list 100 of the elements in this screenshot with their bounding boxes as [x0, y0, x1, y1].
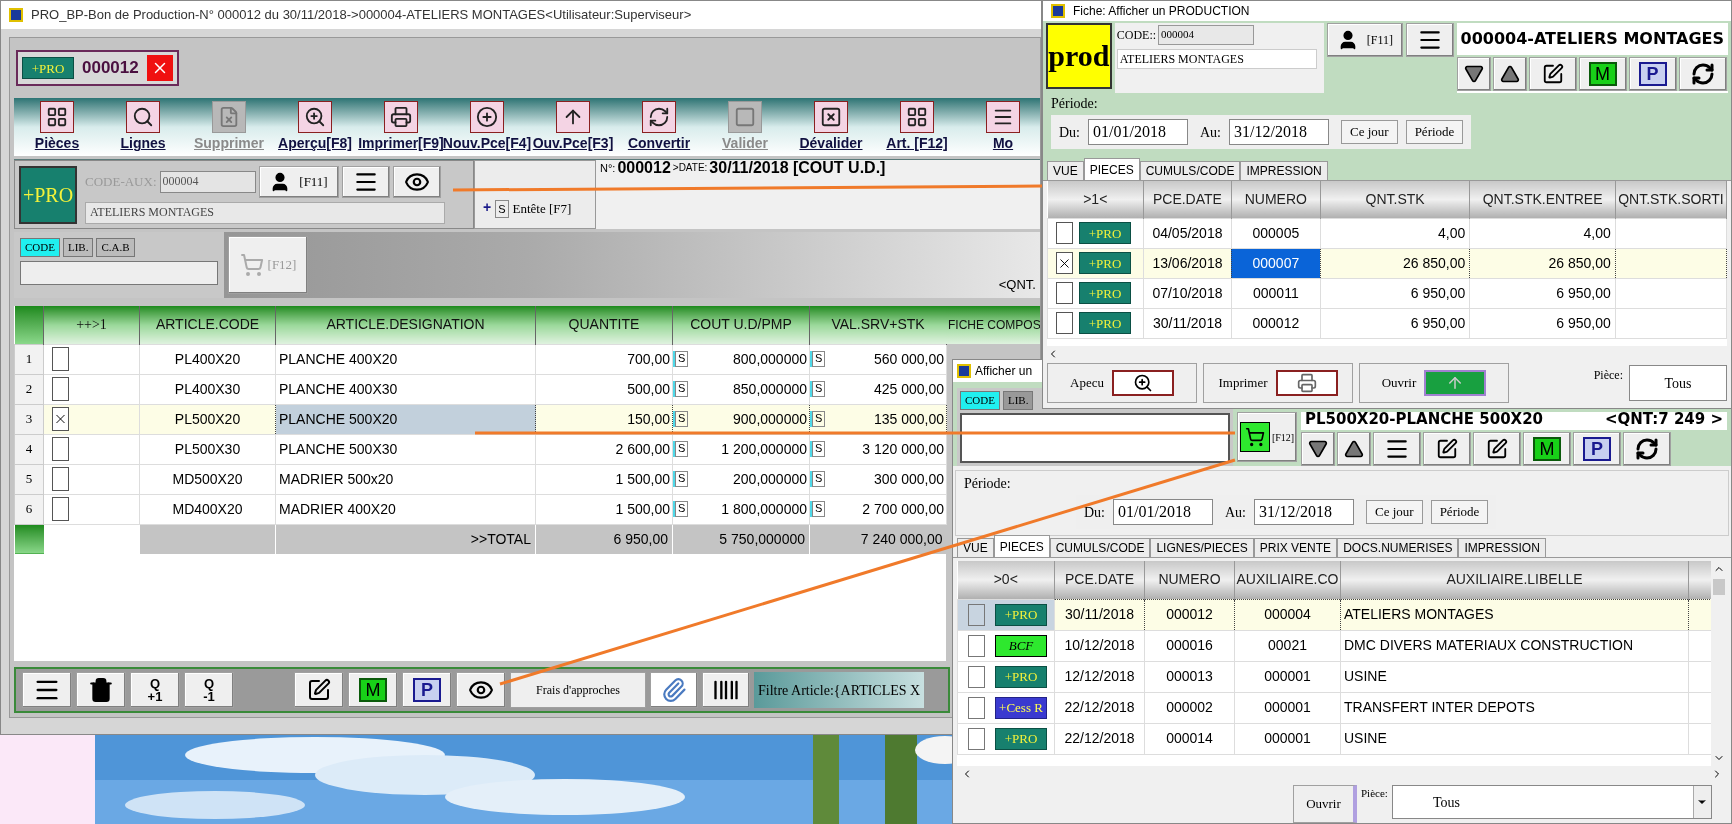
toolbar-button[interactable]: Aperçu[F8]	[272, 101, 358, 156]
column-header[interactable]: QNT.STK.SORTI	[1615, 181, 1727, 218]
contact-button[interactable]: [F11]	[1327, 23, 1403, 57]
document-tab[interactable]: +PRO 000012	[16, 50, 179, 86]
table-row[interactable]: +PRO 12/12/2018 000013 000001 USINE	[957, 661, 1711, 693]
tab[interactable]: IMPRESSION	[1240, 161, 1328, 180]
toolbar-button[interactable]: Lignes	[100, 101, 186, 156]
action-button[interactable]: Ouvrir	[1359, 363, 1509, 403]
toolbar-button[interactable]: Dévalider	[788, 101, 874, 156]
name-field[interactable]: ATELIERS MONTAGES	[1116, 49, 1317, 69]
piece-dropdown[interactable]: Tous	[1391, 785, 1712, 819]
to-date-field[interactable]: 31/12/2018	[1254, 499, 1354, 526]
checkbox[interactable]	[1056, 252, 1073, 274]
name-field[interactable]: ATELIERS MONTAGES	[85, 201, 445, 224]
status-key[interactable]: S	[675, 381, 689, 397]
p-button[interactable]: P	[1573, 432, 1621, 466]
today-button[interactable]: Ce jour	[1366, 500, 1423, 524]
increment-button[interactable]: Q +1	[130, 672, 180, 708]
checkbox[interactable]	[52, 467, 69, 491]
toolbar-button[interactable]: Art. [F12]	[874, 101, 960, 156]
column-header[interactable]: AUXILIAIRE.LIBELLE	[1340, 561, 1689, 600]
search-mode-tab[interactable]: LIB.	[1002, 391, 1034, 410]
tab[interactable]: PRIX VENTE	[1253, 538, 1338, 558]
p-button[interactable]: P	[402, 672, 452, 708]
toolbar-button[interactable]: Pièces	[14, 101, 100, 156]
search-mode-tab[interactable]: CODE	[960, 391, 1000, 410]
status-key[interactable]: S	[495, 199, 509, 218]
tab[interactable]: PIECES	[993, 535, 1050, 558]
menu-button[interactable]	[1405, 23, 1454, 57]
tab[interactable]: VUE	[1047, 161, 1084, 180]
view-button[interactable]	[456, 672, 506, 708]
checkbox[interactable]	[52, 377, 69, 401]
checkbox[interactable]	[968, 665, 985, 688]
tab[interactable]: CUMULS/CODE	[1049, 538, 1151, 558]
table-row[interactable]: 1 PL400X20 PLANCHE 400X20 700,00 S 800,000000 S 560 000,00	[14, 344, 947, 374]
checkbox[interactable]	[52, 497, 69, 521]
column-header[interactable]: QUANTITE	[535, 306, 673, 344]
open-button[interactable]: Ouvrir	[1293, 785, 1357, 823]
table-row[interactable]: +Cess R 22/12/2018 000002 000001 TRANSFERT INTER DEPOTS	[957, 692, 1711, 724]
search-mode-tab[interactable]: C.A.B	[96, 238, 135, 257]
toolbar-button[interactable]: Imprimer[F9]	[358, 101, 444, 156]
today-button[interactable]: Ce jour	[1341, 120, 1398, 144]
code-field[interactable]: 000004	[159, 170, 256, 193]
status-key[interactable]: S	[675, 351, 689, 367]
tab[interactable]: CUMULS/CODE	[1139, 161, 1241, 180]
column-header[interactable]: ARTICLE.CODE	[139, 306, 276, 344]
tab[interactable]: VUE	[957, 538, 994, 558]
edit-button[interactable]	[1473, 432, 1521, 466]
table-row[interactable]: 6 MD400X20 MADRIER 400X20 1 500,00 S 1 800,000000 S 2 700 000,00	[14, 494, 947, 524]
table-row[interactable]: +PRO 13/06/2018 000007 26 850,00 26 850,00	[1047, 248, 1727, 278]
table-row[interactable]: BCF 10/12/2018 000016 00021 DMC DIVERS MATERIAUX CONSTRUCTION	[957, 630, 1711, 662]
attach-button[interactable]	[650, 672, 698, 708]
checkbox[interactable]	[968, 696, 985, 719]
column-header[interactable]: VAL.SRV+STK	[809, 306, 947, 344]
column-header[interactable]: PCE.DATE	[1054, 561, 1145, 600]
checkbox[interactable]	[968, 603, 985, 626]
m-button[interactable]: M	[1523, 432, 1571, 466]
column-header[interactable]: PCE.DATE	[1143, 181, 1232, 218]
table-row[interactable]: 3 PL500X20 PLANCHE 500X20 150,00 S 900,000000 S 135 000,00	[14, 404, 947, 434]
table-row[interactable]: +PRO 04/05/2018 000005 4,00 4,00	[1047, 218, 1727, 248]
menu-button[interactable]	[1373, 432, 1421, 466]
search-mode-tab[interactable]: LIB.	[62, 238, 94, 257]
tab[interactable]: DOCS.NUMERISES	[1337, 538, 1459, 558]
status-key[interactable]: S	[675, 471, 689, 487]
column-header[interactable]: COUT U.D/PMP	[672, 306, 810, 344]
status-key[interactable]: S	[812, 471, 826, 487]
tab[interactable]: PIECES	[1083, 158, 1140, 180]
refresh-button[interactable]	[1623, 432, 1671, 466]
status-key[interactable]: S	[812, 351, 826, 367]
status-key[interactable]: S	[812, 441, 826, 457]
barcode-button[interactable]	[702, 672, 750, 708]
table-row[interactable]: 4 PL500X30 PLANCHE 500X30 2 600,00 S 1 200,000000 S 3 120 000,00	[14, 434, 947, 464]
table-row[interactable]: +PRO 30/11/2018 000012 6 950,00 6 950,00	[1047, 308, 1727, 338]
from-date-field[interactable]: 01/01/2018	[1113, 499, 1213, 526]
p-button[interactable]: P	[1628, 57, 1677, 91]
status-key[interactable]: S	[812, 411, 826, 427]
status-key[interactable]: S	[675, 411, 689, 427]
contact-button[interactable]: [F11]	[258, 165, 339, 198]
move-up-button[interactable]	[1492, 57, 1527, 91]
edit-button[interactable]	[1528, 57, 1577, 91]
edit-button[interactable]	[1423, 432, 1471, 466]
code-field[interactable]: 000004	[1158, 25, 1255, 45]
m-button[interactable]: M	[348, 672, 398, 708]
toolbar-button[interactable]: Mo	[960, 101, 1041, 156]
toolbar-button[interactable]: Convertir	[616, 101, 702, 156]
column-header[interactable]: QNT.STK.ENTREE	[1469, 181, 1616, 218]
action-button[interactable]: Imprimer	[1203, 363, 1353, 403]
costs-button[interactable]: Frais d'approches	[510, 672, 646, 708]
table-row[interactable]: 5 MD500X20 MADRIER 500x20 1 500,00 S 200,000000 S 300 000,00	[14, 464, 947, 494]
expand-button[interactable]: +	[483, 197, 492, 218]
menu-button[interactable]	[22, 672, 72, 708]
cart-button[interactable]: [F12]	[1237, 412, 1297, 462]
checkbox[interactable]	[52, 347, 69, 371]
column-header[interactable]: ARTICLE.DESIGNATION	[275, 306, 536, 344]
column-header[interactable]: NUMERO	[1231, 181, 1321, 218]
checkbox[interactable]	[1056, 222, 1073, 244]
decrement-button[interactable]: Q -1	[184, 672, 234, 708]
column-header[interactable]: ++>1	[43, 306, 140, 344]
move-down-button[interactable]	[1301, 432, 1335, 466]
search-mode-tab[interactable]: CODE	[20, 238, 60, 257]
